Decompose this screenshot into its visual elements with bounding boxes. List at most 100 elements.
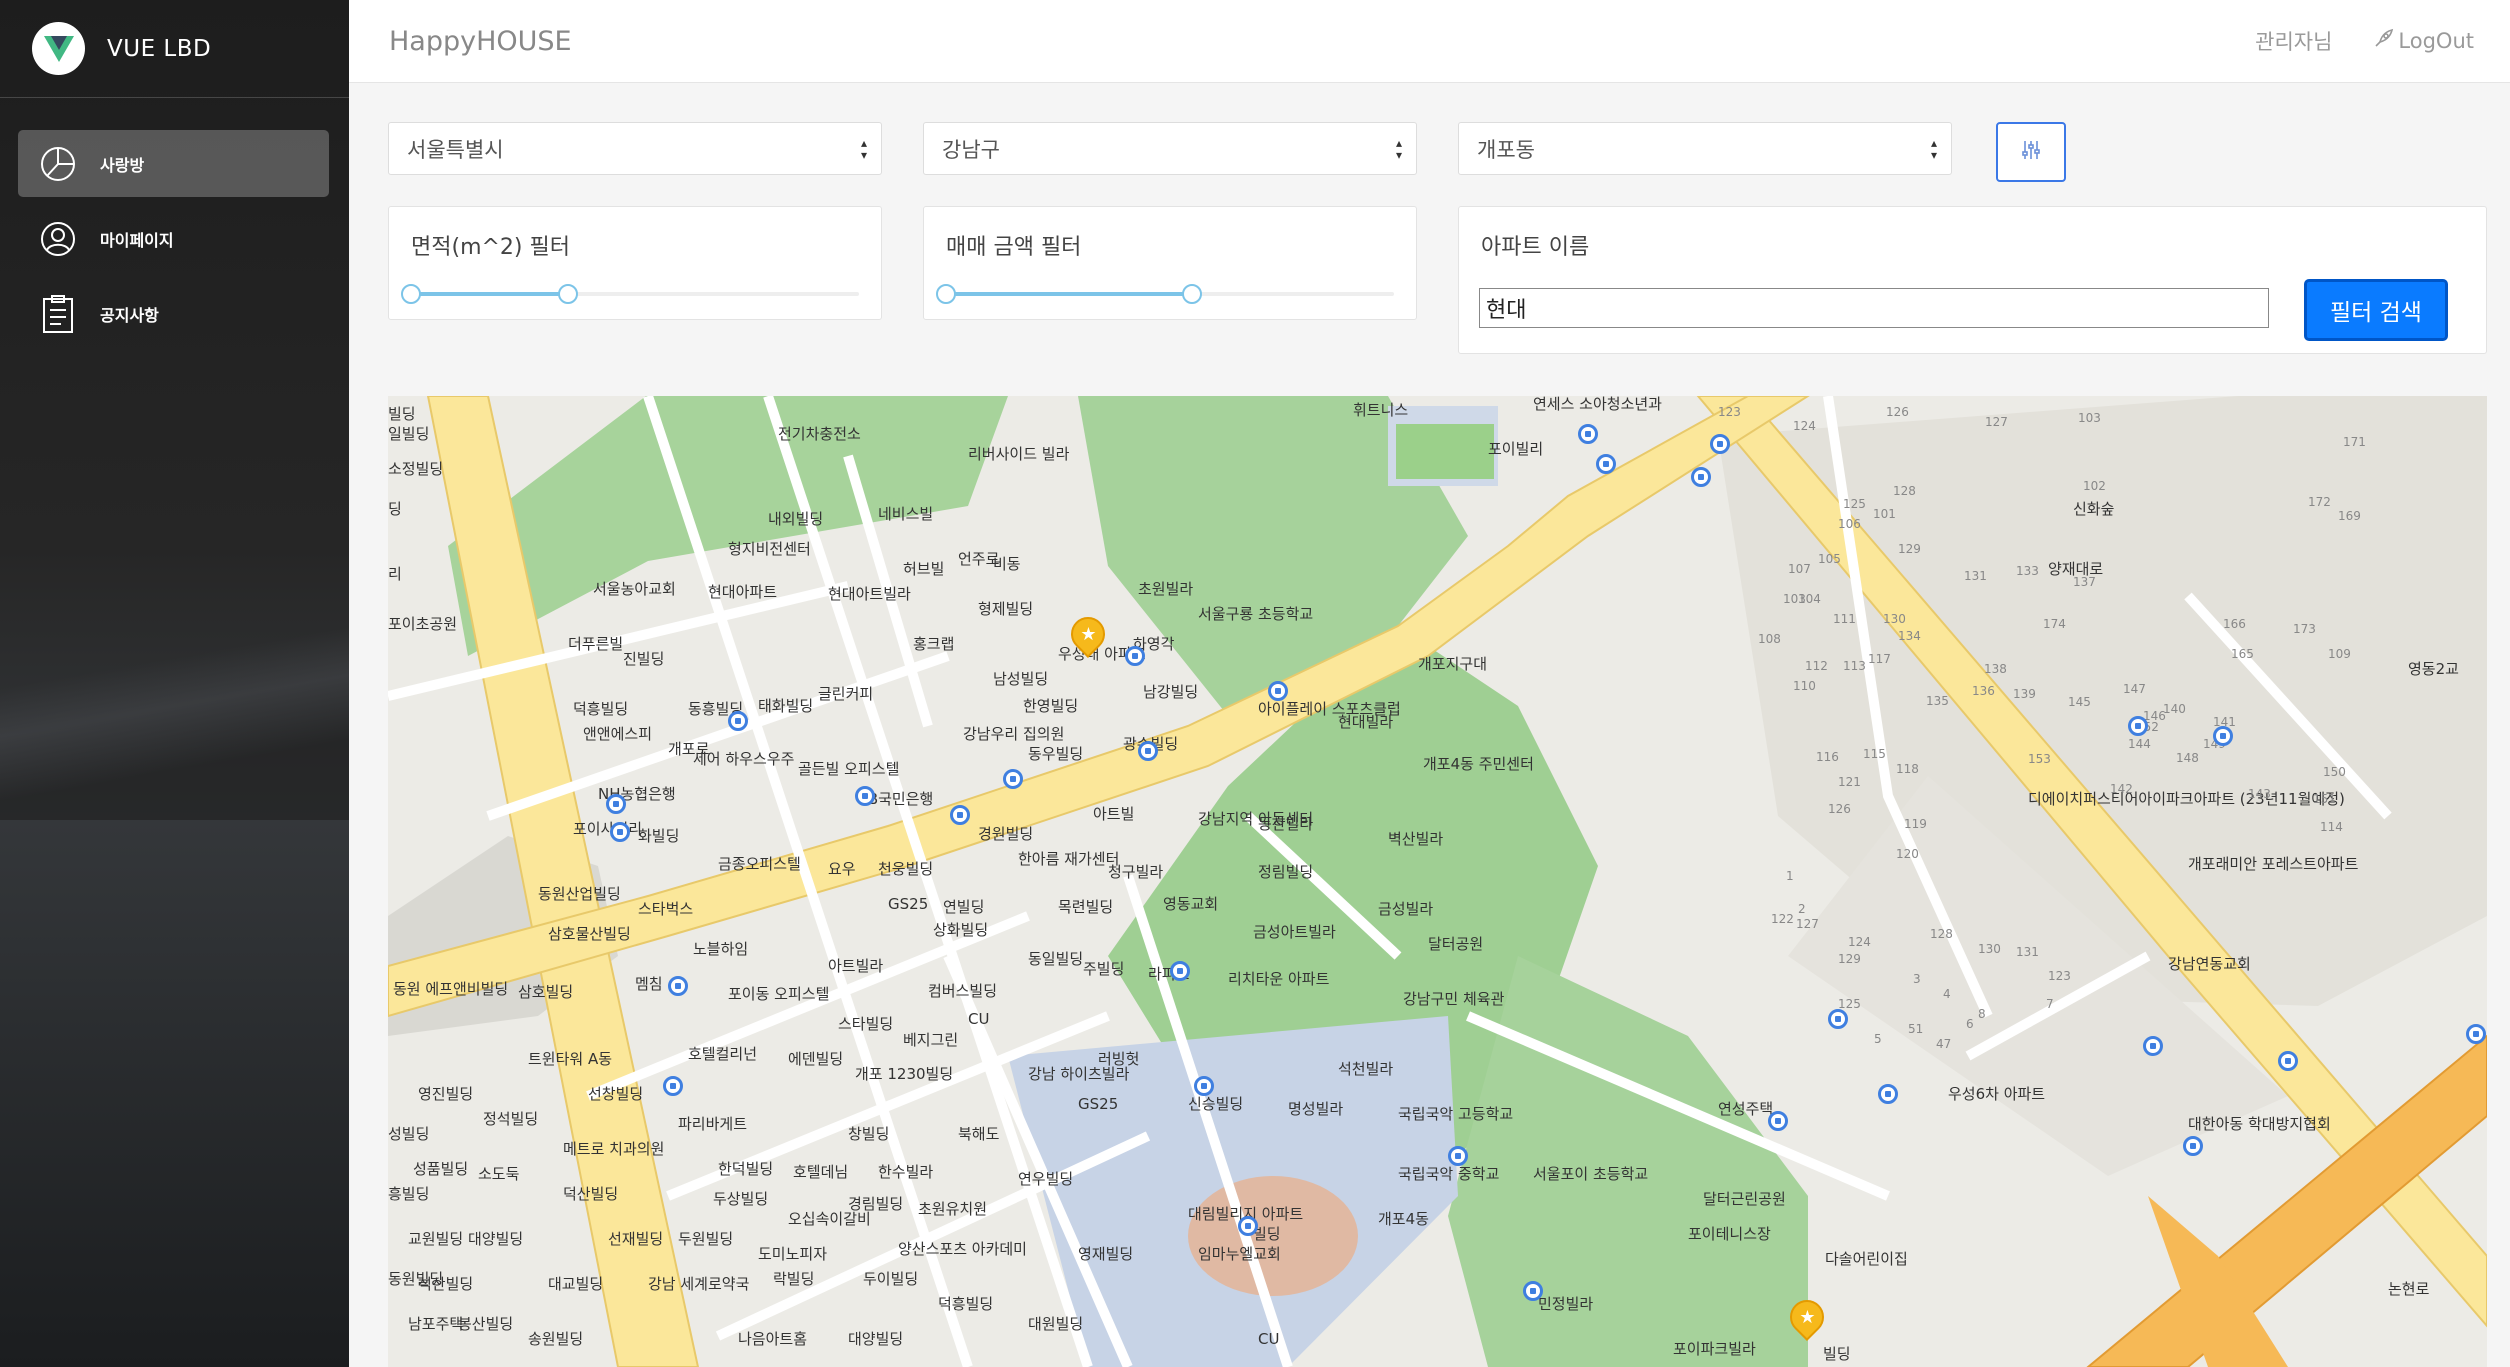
map-label[interactable]: 화빌딩: [638, 828, 679, 845]
map-label[interactable]: 달터근린공원: [1703, 1191, 1786, 1208]
map-label[interactable]: 삼호빌딩: [518, 984, 573, 1001]
bus-stop-icon[interactable]: [1138, 741, 1158, 761]
bus-stop-icon[interactable]: [1768, 1111, 1788, 1131]
price-slider-min-thumb[interactable]: [936, 284, 956, 304]
map-label[interactable]: 강남 하이츠빌라: [1028, 1066, 1129, 1083]
map-label[interactable]: CU: [1258, 1331, 1279, 1348]
map-label[interactable]: 북해도: [958, 1126, 999, 1143]
map-label[interactable]: 리버사이드 빌라: [968, 446, 1069, 463]
map-label[interactable]: 흥빌딩: [388, 1186, 429, 1203]
sidebar-item-mypage[interactable]: 마이페이지: [18, 205, 329, 272]
map-label[interactable]: 한아름 재가센터: [1018, 851, 1119, 868]
map-label[interactable]: 신승빌딩: [1188, 1096, 1243, 1113]
bus-stop-icon[interactable]: [2143, 1036, 2163, 1056]
map-label[interactable]: 현대빌라: [1338, 714, 1393, 731]
map-label[interactable]: 벽산빌라: [1388, 831, 1443, 848]
map-label[interactable]: 초원유치원: [918, 1201, 987, 1218]
map-label[interactable]: 리치타운 아파트: [1228, 971, 1329, 988]
map-label[interactable]: 스타빌딩: [838, 1016, 893, 1033]
map-label[interactable]: 골든빌 오피스텔: [798, 761, 899, 778]
map-label[interactable]: 컴버스빌딩: [928, 983, 997, 1000]
map-label[interactable]: 개포4동: [1378, 1211, 1429, 1228]
map-label[interactable]: 논현로: [2388, 1281, 2429, 1298]
map-label[interactable]: 달터공원: [1428, 936, 1483, 953]
filter-settings-button[interactable]: [1996, 122, 2066, 182]
map-label[interactable]: 노블하임: [693, 941, 748, 958]
map-label[interactable]: CU: [968, 1011, 989, 1028]
map-label[interactable]: 민정빌라: [1538, 1296, 1593, 1313]
bus-stop-icon[interactable]: [2278, 1051, 2298, 1071]
map-label[interactable]: 청구빌라: [1108, 864, 1163, 881]
map-label[interactable]: 개포래미안 포레스트아파트: [2188, 856, 2358, 873]
map-label[interactable]: 국립국악 중학교: [1398, 1166, 1499, 1183]
bus-stop-icon[interactable]: [1710, 434, 1730, 454]
bus-stop-icon[interactable]: [950, 805, 970, 825]
map-label[interactable]: 창빌딩: [848, 1126, 889, 1143]
map-label[interactable]: 두원빌딩: [678, 1231, 733, 1248]
map-label[interactable]: 다솔어린이집: [1825, 1251, 1908, 1268]
bus-stop-icon[interactable]: [855, 786, 875, 806]
app-title[interactable]: HappyHOUSE: [389, 26, 572, 57]
map-label[interactable]: 서울구룡 초등학교: [1198, 606, 1313, 623]
map-label[interactable]: 임마누엘교회: [1198, 1246, 1281, 1263]
map-label[interactable]: 연성주택: [1718, 1101, 1773, 1118]
map-label[interactable]: 남성빌딩: [993, 671, 1048, 688]
area-slider-max-thumb[interactable]: [557, 284, 578, 304]
map-label[interactable]: 영동교회: [1163, 896, 1218, 913]
map-label[interactable]: 두이빌딩: [863, 1271, 918, 1288]
map-label[interactable]: 한영빌딩: [1023, 698, 1078, 715]
map-label[interactable]: 앤앤에스피: [583, 726, 652, 743]
map-label[interactable]: 도미노피자: [758, 1246, 827, 1263]
map-label[interactable]: 빌딩: [1823, 1346, 1851, 1363]
map-label[interactable]: 한수빌라: [878, 1164, 933, 1181]
map-label[interactable]: 디에이치퍼스티어아이파크아파트 (23년11월예정): [2028, 791, 2345, 808]
map-label[interactable]: 동우빌딩: [1028, 746, 1083, 763]
map-label[interactable]: 강남연동교회: [2168, 956, 2251, 973]
bus-stop-icon[interactable]: [1448, 1146, 1468, 1166]
map-label[interactable]: 국립국악 고등학교: [1398, 1106, 1513, 1123]
map-label[interactable]: 덕흥빌딩: [573, 701, 628, 718]
map-label[interactable]: GS25: [888, 896, 928, 913]
map-label[interactable]: 리: [388, 566, 402, 583]
map-label[interactable]: 오십속이갈비: [788, 1211, 871, 1228]
map-label[interactable]: 개포 1230빌딩: [855, 1066, 953, 1083]
map-label[interactable]: 목련빌딩: [1058, 899, 1113, 916]
bus-stop-icon[interactable]: [668, 976, 688, 996]
map-label[interactable]: 네비스빌: [878, 506, 933, 523]
map-view[interactable]: 전기차충전소 리버사이드 빌라 네비스빌 내외빌딩 형지비전센터 허브빌 비동 서울농아교회 현…: [388, 396, 2487, 1367]
bus-stop-icon[interactable]: [1691, 467, 1711, 487]
map-label[interactable]: 현대아파트: [708, 584, 777, 601]
map-label[interactable]: 포이동 오피스텔: [728, 986, 829, 1003]
map-label[interactable]: 개포로: [668, 741, 709, 758]
map-label[interactable]: 포이빌리: [1488, 441, 1543, 458]
bus-stop-icon[interactable]: [1194, 1076, 1214, 1096]
user-name-link[interactable]: 관리자님: [2255, 26, 2332, 56]
map-label[interactable]: 일빌딩: [388, 426, 429, 443]
map-label[interactable]: GS25: [1078, 1096, 1118, 1113]
bus-stop-icon[interactable]: [2128, 716, 2148, 736]
map-label[interactable]: 송원빌딩: [528, 1331, 583, 1348]
map-label[interactable]: 대양빌딩: [468, 1231, 523, 1248]
price-slider[interactable]: [936, 284, 1394, 304]
map-label[interactable]: 강남구민 체육관: [1403, 991, 1504, 1008]
map-label[interactable]: 태화빌딩: [758, 698, 813, 715]
dong-select[interactable]: 개포동 ▴ ▾: [1458, 122, 1952, 175]
map-label[interactable]: 강남우리 집의원: [963, 726, 1064, 743]
map-label[interactable]: 포이파크빌라: [1673, 1341, 1756, 1358]
bus-stop-icon[interactable]: [2213, 726, 2233, 746]
map-label[interactable]: 락빌딩: [773, 1271, 814, 1288]
map-label[interactable]: 내외빌딩: [768, 511, 823, 528]
map-label[interactable]: 선재빌딩: [608, 1231, 663, 1248]
map-label[interactable]: 전기차충전소: [778, 426, 861, 443]
map-label[interactable]: 호텔데님: [793, 1164, 848, 1181]
map-label[interactable]: 대양빌딩: [848, 1331, 903, 1348]
bus-stop-icon[interactable]: [1170, 961, 1190, 981]
map-label[interactable]: 동원 에프앤비빌딩: [393, 981, 508, 998]
map-label[interactable]: 동산빌라: [1258, 816, 1313, 833]
map-label[interactable]: 주빌딩: [1083, 961, 1124, 978]
bus-stop-icon[interactable]: [1125, 646, 1145, 666]
city-select[interactable]: 서울특별시 ▴ ▾: [388, 122, 882, 175]
map-label[interactable]: 덕산빌딩: [563, 1186, 618, 1203]
sidebar-item-notice[interactable]: 공지사항: [18, 280, 329, 347]
map-label[interactable]: 상화빌딩: [933, 922, 988, 939]
